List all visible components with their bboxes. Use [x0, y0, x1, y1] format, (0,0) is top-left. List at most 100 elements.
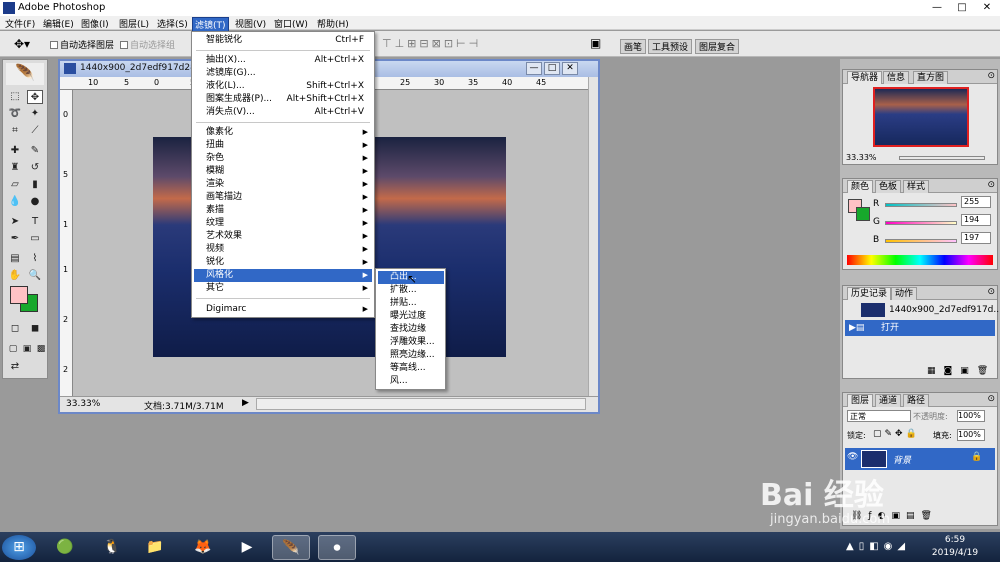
gradient-tool-icon[interactable]: ▮	[27, 178, 43, 192]
panel-menu-icon[interactable]: ⊙	[987, 71, 995, 81]
taskbar-firefox-icon[interactable]: 🦊	[184, 535, 222, 560]
filter-brush-strokes[interactable]: 画笔描边 ▶	[194, 191, 372, 204]
quickmask-mode-icon[interactable]: ◼	[27, 322, 43, 336]
taskbar-photoshop-icon[interactable]: 🪶	[272, 535, 310, 560]
filter-digimarc[interactable]: Digimarc ▶	[194, 303, 372, 316]
filter-gallery[interactable]: 滤镜库(G)...	[194, 67, 372, 80]
menu-image[interactable]: 图像(I)	[79, 17, 111, 30]
start-button[interactable]: ⊞	[2, 535, 36, 560]
navigator-zoom-slider[interactable]	[899, 156, 985, 160]
magic-wand-icon[interactable]: ✦	[27, 107, 43, 121]
filter-pixelate[interactable]: 像素化 ▶	[194, 126, 372, 139]
color-bg-swatch[interactable]	[856, 207, 870, 221]
crop-tool-icon[interactable]: ⌗	[7, 124, 23, 138]
layer-row-background[interactable]: 👁 背景 🔒	[845, 448, 995, 470]
taskbar-record-icon[interactable]: ⏺	[318, 535, 356, 560]
filter-stylize[interactable]: 风格化 ▶	[194, 269, 372, 282]
tab-styles[interactable]: 样式	[903, 180, 930, 193]
healing-brush-icon[interactable]: ✚	[7, 144, 23, 158]
marquee-tool-icon[interactable]: ⬚	[7, 90, 23, 104]
slice-tool-icon[interactable]: ⟋	[27, 124, 43, 138]
tab-paths[interactable]: 路径	[903, 394, 930, 407]
auto-select-layer-checkbox[interactable]: 自动选择图层	[50, 38, 114, 51]
filter-video[interactable]: 视频 ▶	[194, 243, 372, 256]
tab-tool-presets[interactable]: 工具预设	[648, 39, 693, 54]
opacity-input[interactable]: 100%	[957, 410, 985, 422]
status-arrow-icon[interactable]: ▶	[242, 398, 249, 408]
navigator-thumbnail[interactable]	[873, 87, 969, 147]
panel-menu-icon[interactable]: ⊙	[987, 180, 995, 190]
r-value[interactable]: 255	[961, 196, 991, 208]
b-value[interactable]: 197	[961, 232, 991, 244]
brush-tool-icon[interactable]: ✎	[27, 144, 43, 158]
menu-filter[interactable]: 滤镜(T)	[192, 17, 229, 32]
stylize-tiles[interactable]: 拼贴...	[378, 297, 444, 310]
stylize-solarize[interactable]: 曝光过度	[378, 310, 444, 323]
minimize-button[interactable]: —	[925, 0, 949, 16]
stylize-trace-contour[interactable]: 等高线...	[378, 362, 444, 375]
align-icons[interactable]: ⊤⊥⊞⊟⊠⊡⊢⊣	[382, 37, 481, 50]
panel-menu-icon[interactable]: ⊙	[987, 394, 995, 404]
filter-pattern-maker[interactable]: 图案生成器(P)... Alt+Shift+Ctrl+X	[194, 93, 372, 106]
jump-to-imageready-icon[interactable]: ⇄	[7, 360, 23, 374]
filter-liquify[interactable]: 液化(L)... Shift+Ctrl+X	[194, 80, 372, 93]
g-value[interactable]: 194	[961, 214, 991, 226]
menu-select[interactable]: 选择(S)	[155, 17, 190, 30]
menu-window[interactable]: 窗口(W)	[272, 17, 310, 30]
menu-view[interactable]: 视图(V)	[233, 17, 268, 30]
maximize-button[interactable]: □	[950, 0, 974, 16]
b-slider[interactable]	[885, 239, 957, 243]
tab-swatches[interactable]: 色板	[875, 180, 902, 193]
g-slider[interactable]	[885, 221, 957, 225]
tab-channels[interactable]: 通道	[875, 394, 902, 407]
doc-close-button[interactable]: ✕	[562, 62, 578, 75]
menu-layer[interactable]: 图层(L)	[117, 17, 151, 30]
tab-histogram[interactable]: 直方图	[913, 71, 949, 84]
tab-brushes[interactable]: 画笔	[620, 39, 647, 54]
fill-input[interactable]: 100%	[957, 429, 985, 441]
menu-edit[interactable]: 编辑(E)	[41, 17, 76, 30]
tab-layers[interactable]: 图层	[847, 394, 874, 407]
taskbar-qq-icon[interactable]: 🐧	[93, 535, 131, 560]
taskbar-player-icon[interactable]: ▶	[228, 535, 266, 560]
menu-file[interactable]: 文件(F)	[3, 17, 37, 30]
history-brush-icon[interactable]: ↺	[27, 161, 43, 175]
filter-extract[interactable]: 抽出(X)... Alt+Ctrl+X	[194, 54, 372, 67]
filter-vanishing-point[interactable]: 消失点(V)... Alt+Ctrl+V	[194, 106, 372, 119]
close-button[interactable]: ✕	[975, 0, 999, 16]
tab-history[interactable]: 历史记录	[847, 287, 892, 300]
standard-mode-icon[interactable]: ◻	[7, 322, 23, 336]
filter-render[interactable]: 渲染 ▶	[194, 178, 372, 191]
shape-tool-icon[interactable]: ▭	[27, 232, 43, 246]
move-tool-icon[interactable]: ✥	[27, 90, 43, 104]
dodge-tool-icon[interactable]: ●	[27, 195, 43, 209]
vertical-scrollbar[interactable]	[588, 77, 598, 396]
lasso-tool-icon[interactable]: ➰	[7, 107, 23, 121]
zoom-tool-icon[interactable]: 🔍	[27, 269, 43, 283]
filter-sketch[interactable]: 素描 ▶	[194, 204, 372, 217]
notes-tool-icon[interactable]: ▤	[7, 252, 23, 266]
history-step-open[interactable]: ▶▤ 打开	[845, 320, 995, 336]
horizontal-scrollbar[interactable]	[256, 398, 586, 410]
lock-icons[interactable]: ▢✎✥🔒	[873, 429, 920, 439]
history-snapshot[interactable]: 1440x900_2d7edf917d...	[845, 302, 1000, 318]
tab-color[interactable]: 颜色	[847, 180, 874, 193]
filter-sharpen[interactable]: 锐化 ▶	[194, 256, 372, 269]
doc-minimize-button[interactable]: —	[526, 62, 542, 75]
stylize-emboss[interactable]: 浮雕效果...	[378, 336, 444, 349]
eraser-tool-icon[interactable]: ▱	[7, 178, 23, 192]
color-spectrum[interactable]	[847, 255, 993, 265]
blend-mode-select[interactable]: 正常	[847, 410, 911, 422]
auto-select-group-checkbox[interactable]: 自动选择组	[120, 38, 175, 51]
eyedropper-icon[interactable]: ⌇	[27, 252, 43, 266]
filter-blur[interactable]: 模糊 ▶	[194, 165, 372, 178]
stylize-wind[interactable]: 风...	[378, 375, 444, 388]
stylize-glowing-edges[interactable]: 照亮边缘...	[378, 349, 444, 362]
filter-noise[interactable]: 杂色 ▶	[194, 152, 372, 165]
history-footer-icons[interactable]: ▦◙▣🗑	[927, 366, 996, 376]
taskbar-app-360-icon[interactable]: 🟢	[46, 535, 84, 560]
filter-texture[interactable]: 纹理 ▶	[194, 217, 372, 230]
filter-smart-sharpen[interactable]: 智能锐化 Ctrl+F	[194, 34, 372, 47]
clock[interactable]: 6:59 2019/4/19	[920, 534, 990, 560]
tab-actions[interactable]: 动作	[891, 287, 918, 300]
